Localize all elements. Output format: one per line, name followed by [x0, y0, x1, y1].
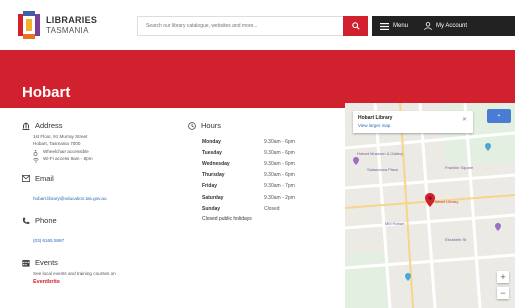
hours-day: Saturday — [202, 194, 224, 201]
calendar-icon — [22, 259, 30, 267]
phone-link[interactable]: (03) 6165 5597 — [33, 238, 64, 243]
events-text: See local events and training courses on — [33, 271, 116, 276]
email-section: Email hobart.library@education.tas.gov.a… — [22, 174, 182, 205]
bank-icon — [22, 122, 30, 130]
closed-holidays-note: Closed public holidays — [202, 216, 252, 223]
envelope-icon — [22, 175, 30, 182]
hours-row: Wednesday 9.30am - 6pm — [202, 158, 295, 169]
hours-row: Friday 9.30am - 7pm — [202, 181, 295, 192]
menu-label: Menu — [393, 23, 409, 29]
address-line2: Hobart, Tasmania 7000 — [33, 140, 81, 146]
hours-time: 9.30am - 7pm — [264, 183, 295, 190]
events-section: Events See local events and training cou… — [22, 258, 182, 285]
clock-icon — [188, 121, 196, 130]
title-banner — [0, 50, 515, 108]
search-icon — [351, 22, 360, 30]
contact-column: Address 1st Floor, 91 Murray Street Hoba… — [22, 121, 182, 285]
wifi-text: Wi-Fi access 8am - 8pm — [43, 156, 93, 161]
hours-time: 9.30am - 6pm — [264, 138, 295, 145]
close-icon[interactable]: ✕ — [462, 116, 467, 123]
wheelchair-icon — [33, 150, 38, 156]
address-section: Address 1st Floor, 91 Murray Street Hoba… — [22, 121, 182, 163]
address-heading: Address — [22, 121, 182, 130]
hamburger-icon — [380, 22, 389, 30]
map-label: Mid Hobart — [385, 221, 405, 226]
phone-section: Phone (03) 6165 5597 — [22, 216, 182, 247]
hours-time: 9.30am - 6pm — [264, 172, 295, 179]
phone-heading: Phone — [22, 216, 182, 225]
search-input[interactable] — [137, 16, 343, 36]
hours-day: Thursday — [202, 172, 225, 179]
site-header: LIBRARIES TASMANIA Menu My Account — [0, 0, 515, 50]
poi-marker-icon[interactable] — [353, 157, 359, 165]
events-heading: Events — [22, 258, 182, 267]
hours-row: Saturday 9.30am - 2pm — [202, 192, 295, 203]
libraries-tasmania-logo[interactable]: LIBRARIES TASMANIA — [18, 11, 128, 39]
header-nav: Menu My Account — [372, 16, 515, 36]
wheelchair-text: Wheelchair accessible — [43, 149, 89, 154]
map-label: Elizabeth St — [445, 237, 467, 242]
phone-heading-label: Phone — [35, 216, 57, 225]
view-larger-map-link[interactable]: View larger map — [358, 123, 390, 128]
map-label: Hobart Library — [433, 199, 459, 204]
poi-marker-icon[interactable] — [495, 223, 501, 231]
email-heading: Email — [22, 174, 182, 183]
poi-marker-icon[interactable] — [485, 143, 491, 151]
hours-day: Sunday — [202, 205, 221, 212]
email-link[interactable]: hobart.library@education.tas.gov.au — [33, 196, 107, 201]
map-pin-icon[interactable] — [425, 193, 435, 207]
wifi-info: Wi-Fi access 8am - 8pm — [33, 156, 182, 163]
hours-section: Hours Monday 9.30am - 6pm Tuesday 9.30am -… — [188, 121, 338, 222]
hours-time: Closed — [264, 205, 280, 212]
hours-row: Monday 9.30am - 6pm — [202, 136, 295, 147]
hours-heading-label: Hours — [201, 121, 222, 130]
events-heading-label: Events — [35, 258, 58, 267]
hours-table: Monday 9.30am - 6pm Tuesday 9.30am - 6pm W… — [202, 136, 295, 214]
menu-button[interactable]: Menu — [372, 16, 416, 36]
hours-row: Tuesday 9.30am - 6pm — [202, 147, 295, 158]
wheelchair-info: Wheelchair accessible — [33, 149, 182, 156]
hours-time: 9.30am - 2pm — [264, 194, 295, 201]
search-button[interactable] — [343, 16, 368, 36]
my-account-label: My Account — [436, 23, 468, 29]
email-heading-label: Email — [35, 174, 54, 183]
poi-marker-icon[interactable] — [405, 273, 411, 281]
logo-text-libraries: LIBRARIES — [46, 15, 98, 25]
hours-row: Sunday Closed — [202, 203, 295, 214]
address-heading-label: Address — [35, 121, 63, 130]
hours-time: 9.30am - 6pm — [264, 149, 295, 156]
hours-day: Wednesday — [202, 160, 230, 167]
map-card-title: Hobart Library — [358, 115, 393, 121]
user-icon — [424, 22, 432, 30]
my-account-button[interactable]: My Account — [416, 16, 475, 36]
map-label: Hobart Museum & Gallery — [357, 151, 404, 156]
zoom-in-button[interactable]: + — [497, 271, 509, 283]
page-title: Hobart — [22, 84, 71, 101]
logo-mark-icon — [18, 11, 40, 39]
hours-day: Tuesday — [202, 149, 222, 156]
hours-day: Friday — [202, 183, 218, 190]
hours-day: Monday — [202, 138, 221, 145]
zoom-out-button[interactable]: − — [497, 287, 509, 299]
hours-heading: Hours — [188, 121, 338, 130]
eventbrite-link[interactable]: Eventbrite — [33, 279, 182, 285]
map-label: Franklin Square — [445, 165, 474, 170]
hours-row: Thursday 9.30am - 6pm — [202, 170, 295, 181]
phone-icon — [22, 217, 30, 224]
hours-time: 9.30am - 6pm — [264, 160, 295, 167]
map-label: Salamanca Place — [367, 167, 399, 172]
wifi-icon — [33, 157, 39, 163]
logo-text-tasmania: TASMANIA — [46, 26, 89, 35]
map-info-card: Hobart Library View larger map ✕ — [353, 111, 473, 133]
map-corner-button[interactable]: + — [487, 109, 511, 123]
location-map[interactable]: Hobart Museum & Gallery Salamanca Place … — [345, 103, 515, 308]
